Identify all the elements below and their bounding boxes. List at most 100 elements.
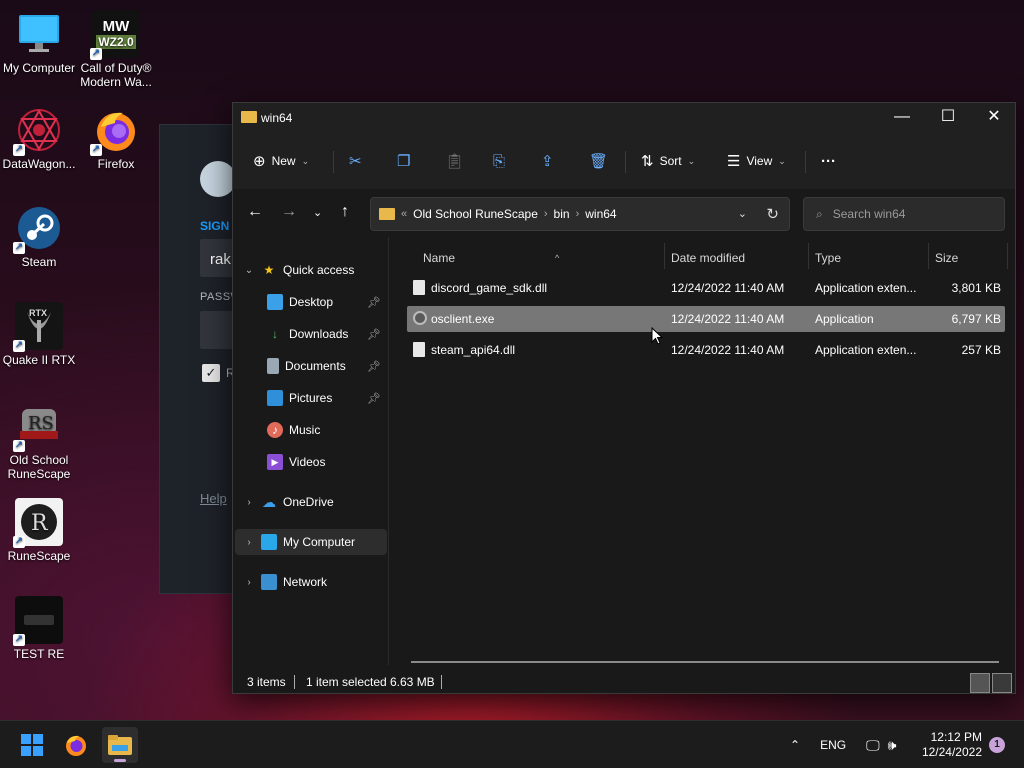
clock[interactable]: 12:12 PM 12/24/2022 [922,730,982,760]
plus-circle-icon: ⊕ [253,153,266,170]
more-options-button[interactable]: ··· [821,147,836,175]
forward-arrow-icon[interactable]: → [281,203,297,221]
divider [441,675,442,689]
svg-text:R: R [31,511,49,536]
cut-button[interactable]: ✂ [349,147,362,175]
breadcrumb-separator-icon[interactable]: › [544,208,548,220]
language-indicator[interactable]: ENG [820,738,846,752]
chevron-right-icon[interactable]: › [241,577,257,588]
column-header-date[interactable]: Date modified [671,245,807,271]
divider [625,151,626,173]
maximize-button[interactable]: ☐ [925,103,971,133]
nav-item-documents[interactable]: Documents 📌︎ [235,353,387,379]
desktop-icon-label: Steam [21,255,57,269]
column-divider[interactable] [928,243,929,269]
nav-item-quick-access[interactable]: ⌄ ★ Quick access [235,257,387,283]
selection-count: 1 item selected [306,675,387,689]
desktop-icon-call-of-duty[interactable]: MW WZ2.0 ↗ Call of Duty® Modern Wa... [77,10,155,89]
horizontal-scrollbar[interactable] [411,661,999,663]
address-bar[interactable]: « Old School RuneScape › bin › win64 ⌄ ↻ [370,197,790,231]
tiles-view-button[interactable] [992,673,1012,693]
nav-item-pictures[interactable]: Pictures 📌︎ [235,385,387,411]
navigation-pane: ⌄ ★ Quick access Desktop 📌︎ ↓ Downloads … [233,237,389,665]
taskbar-file-explorer[interactable] [102,727,138,763]
view-button[interactable]: ☰ View ⌄ [727,147,786,175]
taskbar-firefox[interactable] [58,727,94,763]
file-row[interactable]: steam_api64.dll 12/24/2022 11:40 AM Appl… [407,337,1005,363]
column-divider[interactable] [1007,243,1008,269]
nav-item-network[interactable]: › Network [235,569,387,595]
divider [294,675,295,689]
desktop-icon-steam[interactable]: ↗ Steam [0,204,78,269]
desktop-icon-firefox[interactable]: ↗ Firefox [77,106,155,171]
status-bar: 3 items 1 item selected 6.63 MB [233,665,1015,695]
chevron-down-icon[interactable]: ⌄ [241,265,257,276]
chevron-down-icon: ⌄ [778,155,786,166]
desktop-icon-test-re[interactable]: ↗ TEST RE [0,596,78,661]
back-arrow-icon[interactable]: ← [247,203,263,221]
new-button[interactable]: ⊕ New ⌄ [253,147,309,175]
chevron-right-icon[interactable]: › [241,497,257,508]
nav-item-videos[interactable]: ▶ Videos [235,449,387,475]
more-dots-icon: ··· [821,152,836,170]
column-header-type[interactable]: Type [815,245,925,271]
nav-item-my-computer[interactable]: › My Computer [235,529,387,555]
recent-locations-chevron-icon[interactable]: ⌄ [313,206,322,219]
column-divider[interactable] [664,243,665,269]
overflow-chevron-icon[interactable]: « [401,208,407,220]
breadcrumb-separator-icon[interactable]: › [576,208,580,220]
chevron-up-icon[interactable]: ⌃ [790,738,800,752]
desktop-icon-my-computer[interactable]: My Computer [0,10,78,75]
desktop-icon-runescape[interactable]: R ↗ RuneScape [0,498,78,563]
sort-ascending-icon: ^ [555,253,560,263]
copy-icon: ❐ [397,153,411,170]
desktop-icon-quake[interactable]: RTX ↗ Quake II RTX [0,302,78,367]
firefox-icon: ↗ [90,106,140,156]
svg-text:RS: RS [28,413,54,434]
breadcrumb-item[interactable]: win64 [585,207,616,221]
column-header-name[interactable]: Name ^ [423,245,663,271]
breadcrumb-item[interactable]: bin [554,207,570,221]
refresh-icon[interactable]: ↻ [766,205,779,223]
rtx-label: RTX [29,308,47,318]
desktop-icon-label: DataWagon... [2,157,76,171]
share-button[interactable]: ⇪ [541,147,554,175]
notification-badge[interactable]: 1 [989,737,1005,753]
address-dropdown-chevron-icon[interactable]: ⌄ [738,207,747,220]
remember-checkbox[interactable]: ✓ [202,364,220,382]
rename-button[interactable]: ⎘ [493,147,505,175]
volume-icon[interactable]: 🕪︎ [888,737,897,754]
chevron-right-icon[interactable]: › [241,537,257,548]
copy-button[interactable]: ❐ [397,147,410,175]
up-arrow-icon[interactable]: ↑ [341,203,349,221]
nav-item-desktop[interactable]: Desktop 📌︎ [235,289,387,315]
start-button[interactable] [14,727,50,763]
search-box[interactable]: ⌕ [803,197,1005,231]
desktop-icon-datawagon[interactable]: ↗ DataWagon... [0,106,78,171]
sign-in-label: SIGN [200,219,230,233]
steam-icon: ↗ [13,204,63,254]
title-bar[interactable]: win64 — ☐ ✕ [233,103,1015,133]
minimize-button[interactable]: — [879,103,925,133]
column-header-size[interactable]: Size [935,245,995,271]
file-row[interactable]: discord_game_sdk.dll 12/24/2022 11:40 AM… [407,275,1005,301]
nav-item-label: Pictures [289,391,333,405]
breadcrumb-item[interactable]: Old School RuneScape [413,207,538,221]
details-view-button[interactable] [970,673,990,693]
file-row-selected[interactable]: osclient.exe 12/24/2022 11:40 AM Applica… [407,306,1005,332]
desktop-icon-label: Old School [9,453,69,467]
column-divider[interactable] [808,243,809,269]
paste-button[interactable]: 📋︎ [445,147,464,175]
delete-button[interactable]: 🗑︎ [589,147,608,175]
command-bar: ⊕ New ⌄ ✂ ❐ 📋︎ ⎘ ⇪ 🗑︎ ⇅ Sort ⌄ ☰ View ⌄ … [233,133,1015,189]
desktop-icon-old-school-runescape[interactable]: RS ↗ Old School RuneScape [0,402,78,481]
nav-item-onedrive[interactable]: › ☁ OneDrive [235,489,387,515]
nav-item-music[interactable]: ♪ Music [235,417,387,443]
nav-item-downloads[interactable]: ↓ Downloads 📌︎ [235,321,387,347]
sort-button[interactable]: ⇅ Sort ⌄ [641,147,695,175]
star-icon: ★ [263,263,275,277]
close-button[interactable]: ✕ [971,103,1017,133]
network-monitor-icon[interactable]: 🖵︎ [866,737,880,754]
help-link[interactable]: Help [200,491,227,506]
search-input[interactable] [832,207,993,221]
